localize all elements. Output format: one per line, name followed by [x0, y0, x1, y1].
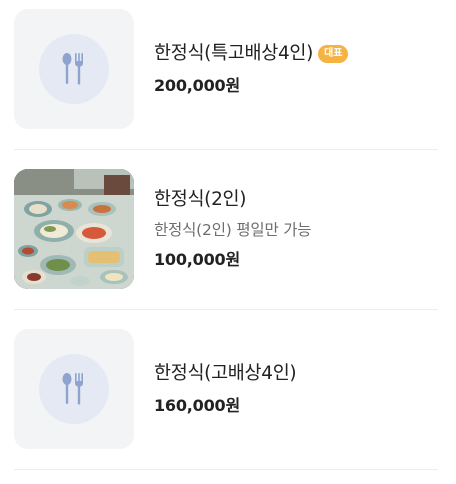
menu-item-name-row: 한정식(특고배상4인) 대표: [154, 41, 349, 67]
menu-item-description: 한정식(2인) 평일만 가능: [154, 221, 312, 239]
menu-item-name-row: 한정식(2인): [154, 187, 311, 213]
menu-item-image-placeholder: [14, 9, 134, 129]
menu-item[interactable]: 한정식(2인) 한정식(2인) 평일만 가능 100,000원: [14, 169, 438, 289]
menu-item-info: 한정식(2인) 한정식(2인) 평일만 가능 100,000원: [154, 187, 312, 271]
menu-item-info: 한정식(고배상4인) 160,000원: [154, 361, 297, 417]
menu-item-info: 한정식(특고배상4인) 대표 200,000원: [154, 41, 349, 97]
utensils-icon: [62, 373, 83, 405]
menu-item-price: 160,000원: [154, 396, 240, 415]
korean-table-dishes-photo: [14, 169, 134, 289]
utensils-icon: [62, 53, 83, 85]
placeholder-circle: [39, 354, 109, 424]
representative-badge: 대표: [318, 45, 349, 63]
menu-item-name: 한정식(2인): [154, 189, 247, 210]
menu-item[interactable]: 한정식(특고배상4인) 대표 200,000원: [14, 9, 438, 129]
menu-item-name-row: 한정식(고배상4인): [154, 361, 297, 387]
placeholder-circle: [39, 34, 109, 104]
menu-item-name: 한정식(고배상4인): [154, 363, 297, 384]
divider: [14, 149, 438, 150]
menu-item-price: 100,000원: [154, 250, 240, 269]
menu-item-name: 한정식(특고배상4인): [154, 43, 314, 64]
menu-item-price: 200,000원: [154, 76, 240, 95]
menu-item-photo: [14, 169, 134, 289]
menu-item-image-placeholder: [14, 329, 134, 449]
menu-item[interactable]: 한정식(고배상4인) 160,000원: [14, 329, 438, 449]
divider: [14, 469, 438, 470]
divider: [14, 309, 438, 310]
menu-list: 한정식(특고배상4인) 대표 200,000원 한정식(2인) 한정식(2인) …: [0, 0, 456, 484]
